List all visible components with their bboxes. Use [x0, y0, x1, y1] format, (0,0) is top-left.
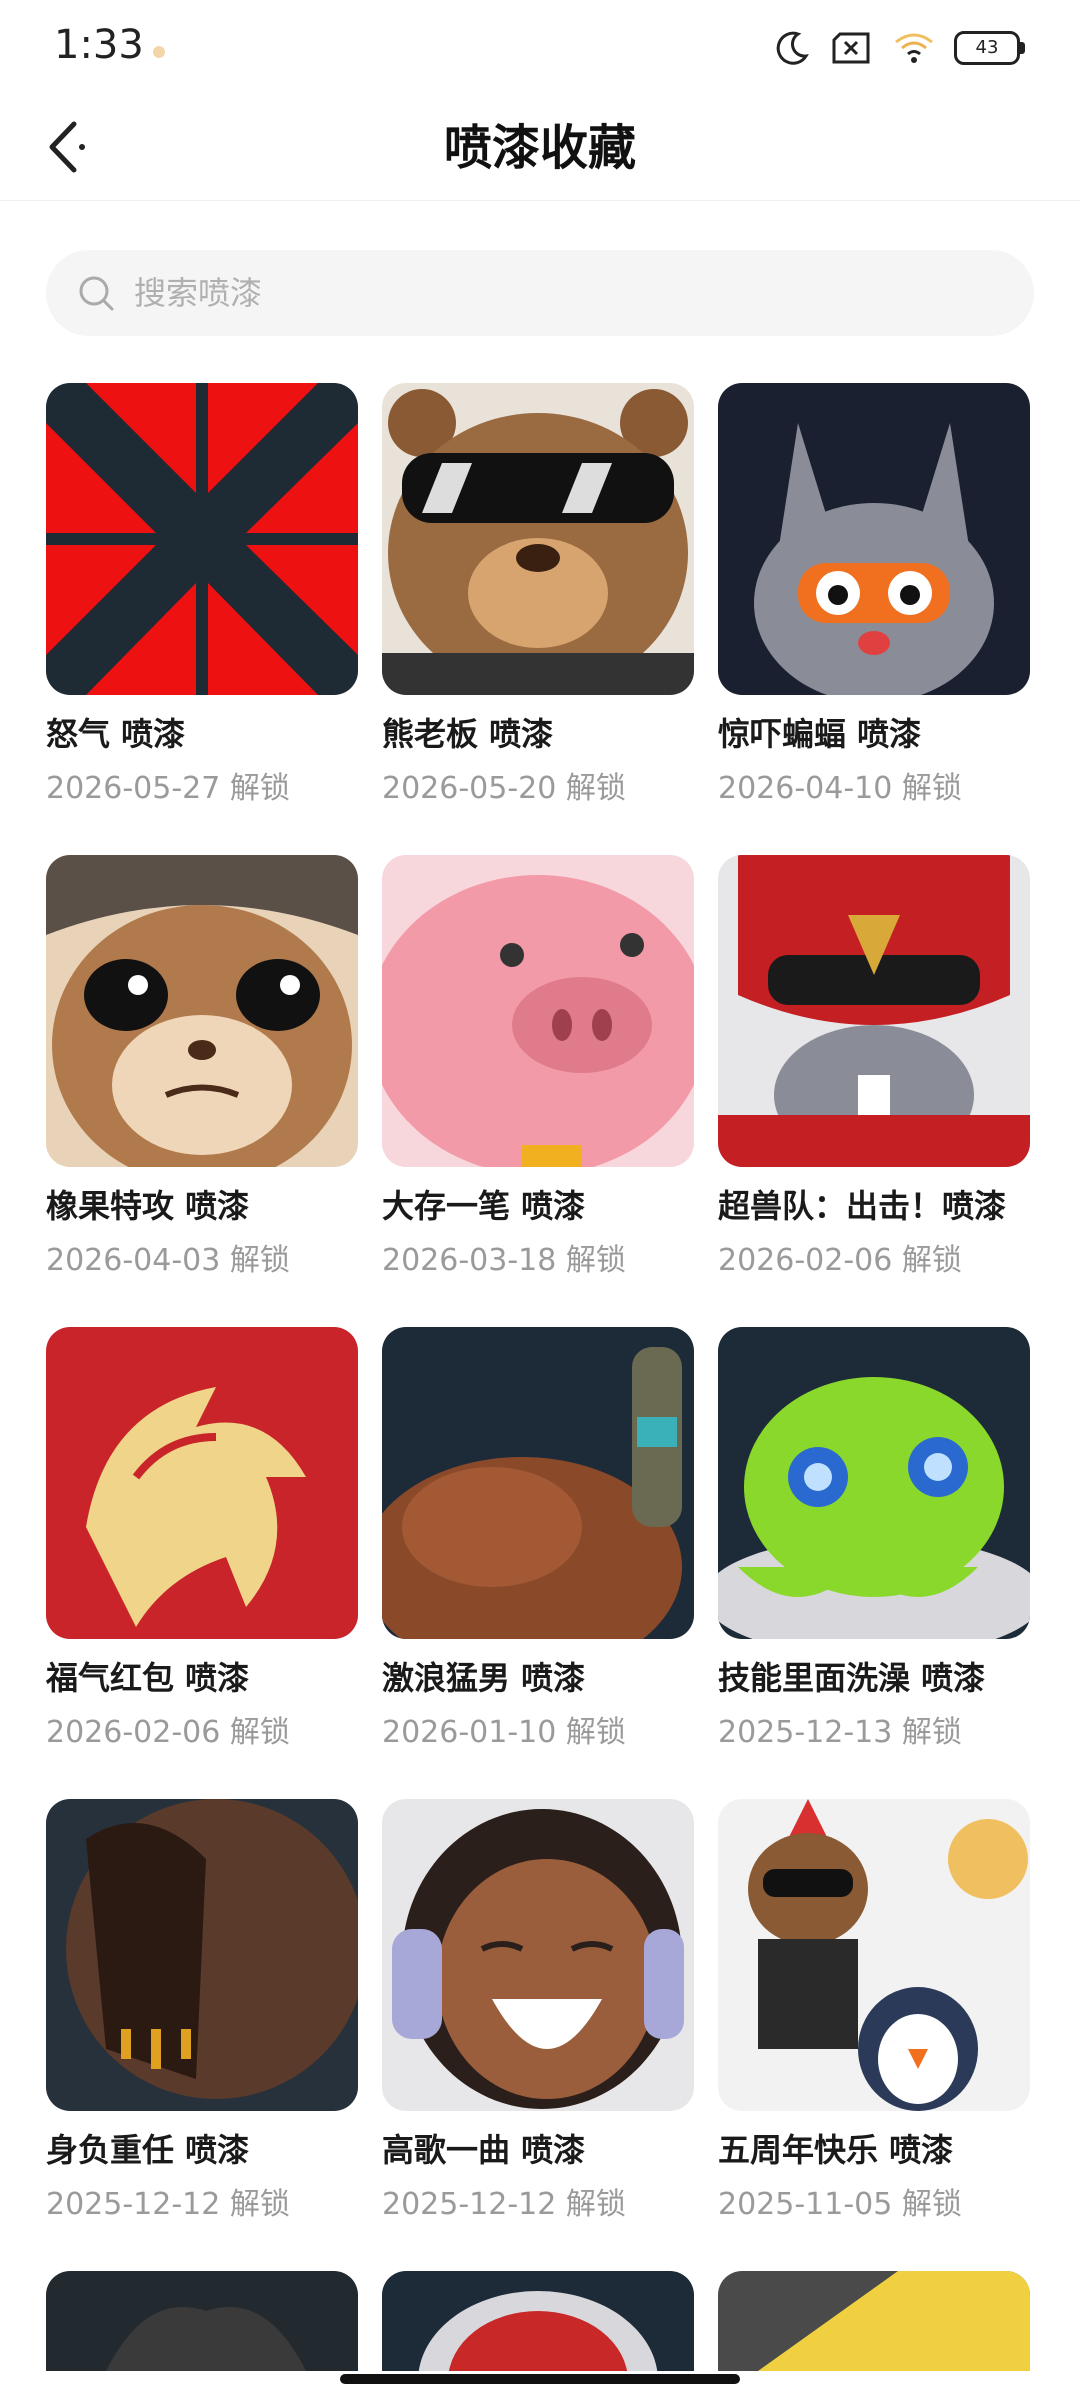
search-icon: [79, 276, 114, 311]
spray-card[interactable]: 惊吓蝙蝠 喷漆 2026-04-10 解锁: [718, 383, 1030, 807]
page-title: 喷漆收藏: [443, 120, 636, 176]
spray-image-surf-hunk: [382, 1327, 694, 1639]
spray-card[interactable]: [718, 2271, 1030, 2371]
unlock-date: 2026-02-06 解锁: [46, 1715, 290, 1750]
spray-image-piggy-bank: [382, 855, 694, 1167]
search-input[interactable]: [132, 273, 996, 313]
spray-image-beast-squad: [718, 855, 1030, 1167]
spray-card[interactable]: 熊老板 喷漆 2026-05-20 解锁: [382, 383, 694, 807]
spray-card[interactable]: 身负重任 喷漆 2025-12-12 解锁: [46, 1799, 358, 2223]
spray-name: 技能里面洗澡 喷漆: [718, 1659, 986, 1697]
spray-card[interactable]: 怒气 喷漆 2026-05-27 解锁: [46, 383, 358, 807]
spray-image-bear-boss: [382, 383, 694, 695]
spray-card[interactable]: 大存一笔 喷漆 2026-03-18 解锁: [382, 855, 694, 1279]
unlock-date: 2025-12-13 解锁: [718, 1715, 962, 1750]
spray-name: 身负重任 喷漆: [46, 2131, 250, 2169]
spray-name: 熊老板 喷漆: [382, 715, 554, 753]
spray-card[interactable]: 橡果特攻 喷漆 2026-04-03 解锁: [46, 855, 358, 1279]
spray-name: 五周年快乐 喷漆: [718, 2131, 954, 2169]
unlock-date: 2026-01-10 解锁: [382, 1715, 626, 1750]
spray-card[interactable]: [46, 2271, 358, 2371]
notification-dot: [153, 46, 165, 58]
status-icons: 43: [772, 28, 1025, 68]
search-bar[interactable]: [46, 250, 1034, 336]
spray-name: 高歌一曲 喷漆: [382, 2131, 586, 2169]
spray-image-scared-bat: [718, 383, 1030, 695]
spray-image-anger: [46, 383, 358, 695]
unlock-date: 2026-05-20 解锁: [382, 771, 626, 806]
spray-image-skill-bath: [718, 1327, 1030, 1639]
spray-card[interactable]: [382, 2271, 694, 2371]
spray-name: 激浪猛男 喷漆: [382, 1659, 586, 1697]
unlock-date: 2026-02-06 解锁: [718, 1243, 962, 1278]
spray-image-heavy-duty: [46, 1799, 358, 2111]
spray-name: 橡果特攻 喷漆: [46, 1187, 250, 1225]
spray-card[interactable]: 激浪猛男 喷漆 2026-01-10 解锁: [382, 1327, 694, 1751]
spray-image-sing-a-song: [382, 1799, 694, 2111]
unlock-date: 2026-04-03 解锁: [46, 1243, 290, 1278]
battery-icon: 43: [954, 31, 1025, 65]
unlock-date: 2026-04-10 解锁: [718, 771, 962, 806]
spray-image-partial: [382, 2271, 694, 2371]
unlock-date: 2025-11-05 解锁: [718, 2187, 962, 2222]
wifi-icon: [895, 33, 933, 63]
spray-name: 福气红包 喷漆: [46, 1659, 250, 1697]
spray-name: 大存一笔 喷漆: [382, 1187, 586, 1225]
spray-image-lucky-red-packet: [46, 1327, 358, 1639]
spray-name: 超兽队：出击！喷漆: [718, 1187, 1007, 1225]
spray-image-acorn-strike: [46, 855, 358, 1167]
home-indicator[interactable]: [340, 2374, 740, 2384]
spray-card[interactable]: 高歌一曲 喷漆 2025-12-12 解锁: [382, 1799, 694, 2223]
spray-card[interactable]: 五周年快乐 喷漆 2025-11-05 解锁: [718, 1799, 1030, 2223]
unlock-date: 2025-12-12 解锁: [382, 2187, 626, 2222]
unlock-date: 2026-05-27 解锁: [46, 771, 290, 806]
spray-card[interactable]: 技能里面洗澡 喷漆 2025-12-13 解锁: [718, 1327, 1030, 1751]
no-sim-icon: [832, 32, 870, 64]
moon-icon: [776, 31, 809, 65]
spray-image-partial: [46, 2271, 358, 2371]
spray-card[interactable]: 超兽队：出击！喷漆 2026-02-06 解锁: [718, 855, 1030, 1279]
unlock-date: 2026-03-18 解锁: [382, 1243, 626, 1278]
spray-image-fifth-anniversary: [718, 1799, 1030, 2111]
unlock-date: 2025-12-12 解锁: [46, 2187, 290, 2222]
status-time: 1:33: [54, 22, 144, 68]
spray-card[interactable]: 福气红包 喷漆 2026-02-06 解锁: [46, 1327, 358, 1751]
spray-name: 惊吓蝙蝠 喷漆: [718, 715, 922, 753]
spray-name: 怒气 喷漆: [46, 715, 186, 753]
spray-image-partial: [718, 2271, 1030, 2371]
status-bar: 1:33 43: [0, 0, 1080, 100]
